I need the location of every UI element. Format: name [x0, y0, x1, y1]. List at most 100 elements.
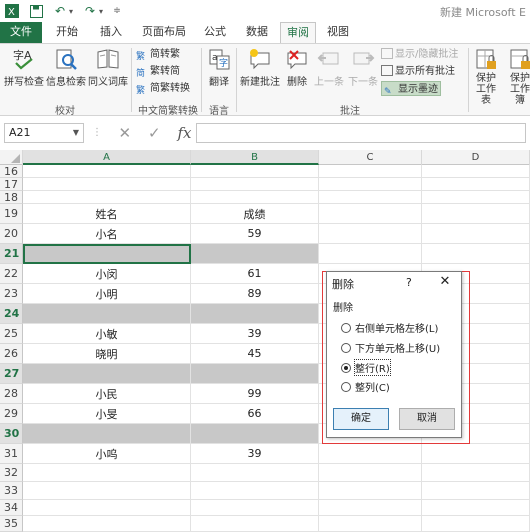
- cell-d[interactable]: [422, 516, 530, 532]
- cell-c[interactable]: [319, 224, 422, 244]
- tab-formulas[interactable]: 公式: [196, 22, 234, 43]
- cell-c[interactable]: [319, 191, 422, 204]
- option-shift-up[interactable]: 下方单元格上移(U): [341, 340, 440, 355]
- row-header[interactable]: 28: [0, 384, 23, 404]
- column-header-a[interactable]: A: [23, 150, 191, 165]
- cell-a[interactable]: 晓明: [23, 344, 191, 364]
- close-icon[interactable]: ✕: [435, 273, 455, 291]
- delete-comment-button[interactable]: 删除: [283, 47, 311, 88]
- cell-b[interactable]: 45: [191, 344, 319, 364]
- row-header[interactable]: 31: [0, 444, 23, 464]
- radio-icon[interactable]: [341, 342, 351, 353]
- cell-c[interactable]: [319, 165, 422, 178]
- row-header[interactable]: 34: [0, 500, 23, 516]
- cell-b[interactable]: [191, 464, 319, 482]
- cell-a[interactable]: [23, 482, 191, 500]
- new-comment-button[interactable]: 新建批注: [239, 47, 281, 88]
- customize-toolbar-icon[interactable]: ≑: [112, 3, 122, 19]
- cell-b[interactable]: 66: [191, 404, 319, 424]
- cell-b[interactable]: 39: [191, 444, 319, 464]
- row-header[interactable]: 16: [0, 165, 23, 178]
- cell-a[interactable]: [23, 165, 191, 178]
- cell-b[interactable]: 61: [191, 264, 319, 284]
- cell-c[interactable]: [319, 178, 422, 191]
- option-entire-column[interactable]: 整列(C): [341, 379, 390, 394]
- row-header[interactable]: 20: [0, 224, 23, 244]
- row-header[interactable]: 35: [0, 516, 23, 532]
- cell-a[interactable]: [23, 500, 191, 516]
- cell-c[interactable]: [319, 500, 422, 516]
- cell-a[interactable]: 小旻: [23, 404, 191, 424]
- row-header[interactable]: 22: [0, 264, 23, 284]
- row-header[interactable]: 17: [0, 178, 23, 191]
- column-header-c[interactable]: C: [319, 150, 422, 165]
- option-entire-row[interactable]: 整行(R): [341, 359, 391, 376]
- cell-b[interactable]: [191, 191, 319, 204]
- convert-button[interactable]: 繁简繁转换: [136, 81, 190, 96]
- row-header[interactable]: 24: [0, 304, 23, 324]
- tab-file[interactable]: 文件: [0, 22, 42, 43]
- cell-b[interactable]: [191, 364, 319, 384]
- cell-c[interactable]: [319, 464, 422, 482]
- row-header[interactable]: 19: [0, 204, 23, 224]
- row-header[interactable]: 23: [0, 284, 23, 304]
- cancel-button[interactable]: 取消: [399, 408, 455, 430]
- tab-view[interactable]: 视图: [320, 22, 356, 43]
- help-icon[interactable]: ?: [406, 276, 412, 289]
- tab-page-layout[interactable]: 页面布局: [136, 22, 192, 43]
- cell-a[interactable]: [23, 191, 191, 204]
- row-header[interactable]: 30: [0, 424, 23, 444]
- cell-d[interactable]: [422, 204, 530, 224]
- show-hide-comment-button[interactable]: 显示/隐藏批注: [381, 47, 458, 62]
- protect-sheet-button[interactable]: 保护工作表: [470, 47, 502, 106]
- cell-b[interactable]: [191, 500, 319, 516]
- cell-b[interactable]: [191, 482, 319, 500]
- row-header[interactable]: 21: [0, 244, 23, 264]
- cell-a[interactable]: [23, 178, 191, 191]
- redo-dropdown-icon[interactable]: ▾: [96, 3, 106, 19]
- cell-a[interactable]: 小民: [23, 384, 191, 404]
- row-header[interactable]: 18: [0, 191, 23, 204]
- tab-insert[interactable]: 插入: [92, 22, 130, 43]
- research-button[interactable]: 信息检索: [46, 47, 86, 88]
- cell-d[interactable]: [422, 482, 530, 500]
- cell-a[interactable]: 小明: [23, 284, 191, 304]
- radio-icon[interactable]: [341, 381, 351, 392]
- show-ink-button[interactable]: ✎ 显示墨迹: [381, 81, 441, 97]
- name-box-dropdown-icon[interactable]: ▼: [73, 124, 79, 142]
- spell-check-button[interactable]: 字A 拼写检查: [4, 47, 44, 88]
- cell-d[interactable]: [422, 224, 530, 244]
- cell-b[interactable]: 89: [191, 284, 319, 304]
- show-all-comments-button[interactable]: 显示所有批注: [381, 64, 455, 79]
- cell-a[interactable]: 姓名: [23, 204, 191, 224]
- cell-c[interactable]: [319, 444, 422, 464]
- cell-b[interactable]: [191, 178, 319, 191]
- cell-a[interactable]: [23, 516, 191, 532]
- undo-dropdown-icon[interactable]: ▾: [66, 3, 76, 19]
- cell-c[interactable]: [319, 244, 422, 264]
- to-traditional-button[interactable]: 繁简转繁: [136, 47, 180, 62]
- cell-a[interactable]: 小敏: [23, 324, 191, 344]
- cell-b[interactable]: 59: [191, 224, 319, 244]
- name-box[interactable]: A21 ▼: [4, 123, 84, 143]
- cell-a[interactable]: [23, 424, 191, 444]
- row-header[interactable]: 25: [0, 324, 23, 344]
- cell-a[interactable]: [23, 244, 191, 264]
- cell-b[interactable]: [191, 516, 319, 532]
- radio-selected-icon[interactable]: [341, 362, 351, 373]
- cell-a[interactable]: [23, 304, 191, 324]
- cell-b[interactable]: [191, 424, 319, 444]
- insert-function-icon[interactable]: fx: [178, 124, 192, 142]
- save-icon[interactable]: [28, 3, 44, 19]
- cell-c[interactable]: [319, 516, 422, 532]
- cell-b[interactable]: [191, 244, 319, 264]
- to-simplified-button[interactable]: 简繁转简: [136, 64, 180, 79]
- enter-icon[interactable]: ✓: [148, 124, 161, 142]
- tab-review[interactable]: 审阅: [280, 22, 316, 44]
- cell-d[interactable]: [422, 444, 530, 464]
- cell-a[interactable]: 小呜: [23, 444, 191, 464]
- next-comment-button[interactable]: 下一条: [347, 47, 379, 88]
- cell-d[interactable]: [422, 244, 530, 264]
- row-header[interactable]: 32: [0, 464, 23, 482]
- cell-d[interactable]: [422, 500, 530, 516]
